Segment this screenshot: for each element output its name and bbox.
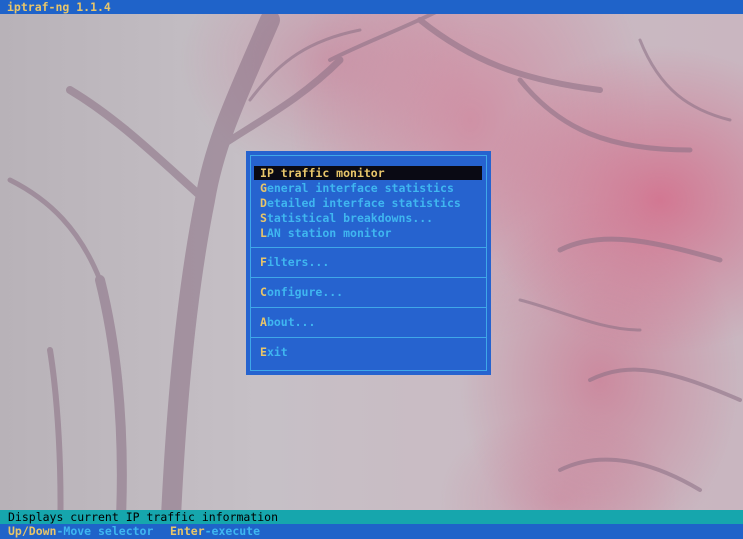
- menu-separator: [251, 307, 486, 308]
- menu-separator: [251, 277, 486, 278]
- menu-item-hotkey: S: [260, 211, 267, 225]
- menu-item-hotkey: A: [260, 315, 267, 329]
- menu-item-label: onfigure...: [266, 285, 344, 299]
- menu-item-label: xit: [266, 345, 288, 359]
- title-bar: iptraf-ng 1.1.4: [0, 0, 743, 14]
- menu-separator: [251, 247, 486, 248]
- menu-item-hotkey: C: [260, 285, 267, 299]
- menu-item-label: ilters...: [266, 255, 330, 269]
- status-text: Displays current IP traffic information: [8, 510, 279, 524]
- menu-item-label: AN station monitor: [266, 226, 392, 240]
- help-bar: Up/Down-Move selector Enter-execute: [0, 524, 743, 539]
- menu-item-about[interactable]: About...: [254, 315, 482, 329]
- help-key: Up/Down: [8, 524, 57, 538]
- main-menu: IP traffic monitor General interface sta…: [246, 151, 491, 375]
- menu-item-hotkey: G: [260, 181, 267, 195]
- menu-item-exit[interactable]: Exit: [254, 345, 482, 359]
- menu-item-hotkey: L: [260, 226, 267, 240]
- menu-item-label: P traffic monitor: [266, 166, 385, 180]
- menu-item-label: etailed interface statistics: [266, 196, 461, 210]
- app-title: iptraf-ng 1.1.4: [7, 0, 111, 14]
- menu-item-hotkey: I: [260, 166, 267, 180]
- menu-separator: [251, 337, 486, 338]
- help-execute: Enter-execute: [170, 524, 260, 539]
- menu-item-hotkey: F: [260, 255, 267, 269]
- menu-item-filters[interactable]: Filters...: [254, 255, 482, 269]
- help-desc: -execute: [204, 524, 261, 538]
- menu-item-label: bout...: [266, 315, 316, 329]
- menu-item-ip-traffic-monitor[interactable]: IP traffic monitor: [254, 166, 482, 180]
- menu-item-statistical-breakdowns[interactable]: Statistical breakdowns...: [254, 211, 482, 225]
- status-bar: Displays current IP traffic information: [0, 510, 743, 524]
- menu-item-hotkey: E: [260, 345, 267, 359]
- help-move-selector: Up/Down-Move selector: [8, 524, 153, 539]
- menu-item-lan-station-monitor[interactable]: LAN station monitor: [254, 226, 482, 240]
- help-key: Enter: [170, 524, 205, 538]
- menu-item-detailed-interface-statistics[interactable]: Detailed interface statistics: [254, 196, 482, 210]
- menu-item-hotkey: D: [260, 196, 267, 210]
- menu-item-configure[interactable]: Configure...: [254, 285, 482, 299]
- menu-item-general-interface-statistics[interactable]: General interface statistics: [254, 181, 482, 195]
- menu-item-label: eneral interface statistics: [266, 181, 454, 195]
- menu-item-label: tatistical breakdowns...: [266, 211, 434, 225]
- help-desc: -Move selector: [56, 524, 154, 538]
